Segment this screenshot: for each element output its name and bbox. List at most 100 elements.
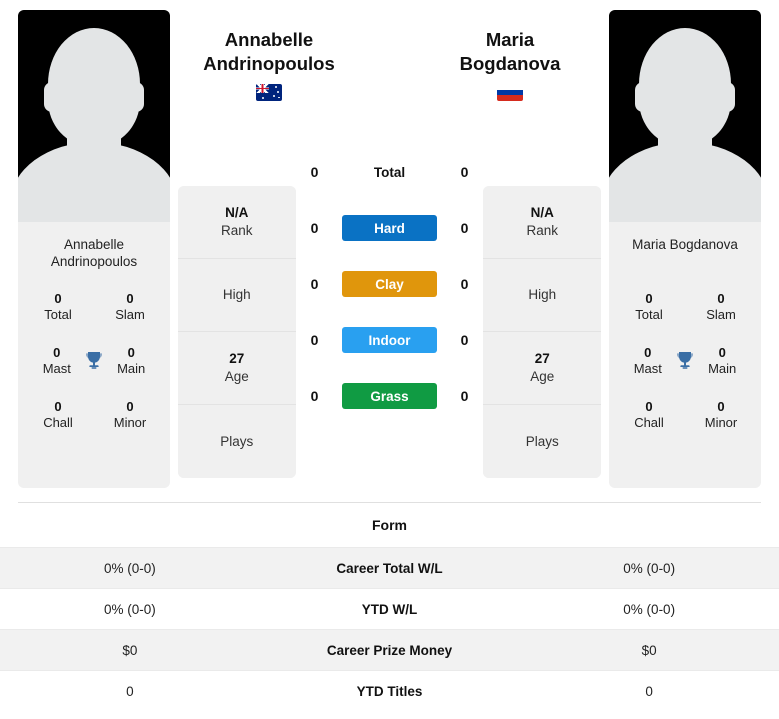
- info-high-right-label: High: [528, 287, 557, 302]
- info-plays-right-label: Plays: [525, 433, 559, 449]
- info-rank-right-label: Rank: [526, 223, 558, 238]
- stat-minor-right-label: Minor: [704, 415, 738, 430]
- surface-row-hard: 0 Hard 0: [304, 200, 476, 256]
- player-card-name-right-line1: Maria Bogdanova: [632, 237, 738, 252]
- titles-row-total-slam-right: 0 Total 0 Slam: [613, 280, 757, 334]
- stat-chall-right: 0 Chall: [623, 399, 675, 431]
- player-card-left[interactable]: Annabelle Andrinopoulos 0 Total 0 Slam 0…: [18, 10, 170, 488]
- stat-chall-left-value: 0: [54, 399, 62, 414]
- form-ytd-wl-left: 0% (0-0): [103, 601, 156, 617]
- stat-slam-left-value: 0: [126, 291, 134, 306]
- surface-list: 0 Total 0 0 Hard 0 0 Clay 0 0 Indoor 0 0…: [304, 144, 476, 424]
- stat-slam-left-label: Slam: [115, 307, 145, 322]
- stat-total-left-label: Total: [44, 307, 72, 322]
- titles-row-mast-main-left: 0 Mast 0 Main: [22, 334, 166, 388]
- form-prize-money-right: $0: [641, 642, 657, 658]
- surface-label-indoor: Indoor: [342, 327, 437, 353]
- info-plays-left: Plays: [177, 405, 296, 478]
- stat-main-left: 0 Main: [106, 345, 156, 377]
- titles-row-mast-main-right: 0 Mast 0 Main: [613, 334, 757, 388]
- stat-mast-right-label: Mast: [633, 361, 662, 376]
- form-table: Form 0% (0-0) Career Total W/L 0% (0-0) …: [0, 503, 779, 711]
- info-high-left-label: High: [222, 287, 251, 302]
- stat-mast-left-value: 0: [53, 345, 61, 360]
- info-high-right: High: [483, 259, 602, 332]
- surface-label-total: Total: [373, 164, 406, 180]
- stat-main-right-label: Main: [708, 361, 737, 376]
- info-age-right: 27 Age: [483, 332, 602, 405]
- form-ytd-wl-label: YTD W/L: [361, 601, 418, 617]
- info-rank-left-label: Rank: [220, 223, 253, 238]
- titles-row-total-slam-left: 0 Total 0 Slam: [22, 280, 166, 334]
- surface-grass-right-count: 0: [460, 388, 469, 404]
- player-comparison-page: Annabelle Andrinopoulos Maria Bogdanova: [0, 0, 779, 719]
- surface-indoor-right-count: 0: [460, 332, 469, 348]
- surface-label-hard: Hard: [342, 215, 437, 241]
- player-card-right[interactable]: Maria Bogdanova 0 Total 0 Slam 0 Mast 0 …: [609, 10, 761, 488]
- surface-clay-right-count: 0: [460, 276, 469, 292]
- surface-label-clay: Clay: [342, 271, 437, 297]
- stat-main-right-value: 0: [718, 345, 726, 360]
- titles-row-chall-minor-left: 0 Chall 0 Minor: [22, 388, 166, 442]
- stat-slam-left: 0 Slam: [104, 291, 156, 323]
- player-card-name-right: Maria Bogdanova: [609, 222, 761, 274]
- form-ytd-titles-left: 0: [126, 683, 134, 699]
- stat-main-left-label: Main: [117, 361, 146, 376]
- surface-row-total: 0 Total 0: [304, 144, 476, 200]
- stat-minor-left-label: Minor: [113, 415, 147, 430]
- form-ytd-titles-right: 0: [645, 683, 653, 699]
- stat-mast-left: 0 Mast: [32, 345, 82, 377]
- info-age-right-value: 27: [534, 351, 550, 366]
- info-plays-right: Plays: [483, 405, 602, 478]
- stat-mast-right: 0 Mast: [623, 345, 673, 377]
- surface-total-left-count: 0: [310, 164, 319, 180]
- form-prize-money-label: Career Prize Money: [326, 642, 453, 658]
- info-plays-left-label: Plays: [220, 433, 254, 449]
- info-rank-right-value: N/A: [530, 205, 554, 220]
- table-row: $0 Career Prize Money $0: [0, 629, 779, 670]
- stat-slam-right-value: 0: [717, 291, 725, 306]
- surface-label-grass: Grass: [342, 383, 437, 409]
- stat-minor-right: 0 Minor: [695, 399, 747, 431]
- stat-total-right-label: Total: [635, 307, 663, 322]
- surface-total-right-count: 0: [460, 164, 469, 180]
- form-career-wl-label: Career Total W/L: [336, 560, 443, 576]
- player-photo-left: [18, 10, 170, 222]
- info-age-right-label: Age: [530, 369, 555, 384]
- titles-row-chall-minor-right: 0 Chall 0 Minor: [613, 388, 757, 442]
- stat-chall-left-label: Chall: [43, 415, 73, 430]
- titles-grid-left: 0 Total 0 Slam 0 Mast 0 Main 0 Chall 0 M…: [18, 274, 170, 488]
- stat-main-right: 0 Main: [697, 345, 747, 377]
- stat-minor-right-value: 0: [717, 399, 725, 414]
- surface-clay-left-count: 0: [310, 276, 319, 292]
- stat-chall-right-label: Chall: [634, 415, 664, 430]
- stat-chall-left: 0 Chall: [32, 399, 84, 431]
- form-career-wl-right: 0% (0-0): [623, 560, 676, 576]
- info-age-left-label: Age: [224, 369, 249, 384]
- stat-mast-left-label: Mast: [42, 361, 71, 376]
- form-ytd-titles-label: YTD Titles: [356, 683, 423, 699]
- surface-row-grass: 0 Grass 0: [304, 368, 476, 424]
- surface-grass-left-count: 0: [310, 388, 319, 404]
- trophy-icon: [673, 348, 698, 374]
- form-header: Form: [372, 517, 407, 533]
- info-rank-left: N/A Rank: [177, 186, 296, 259]
- surface-row-clay: 0 Clay 0: [304, 256, 476, 312]
- info-age-left: 27 Age: [177, 332, 296, 405]
- player-photo-right: [609, 10, 761, 222]
- surface-comparison-column: 0 Total 0 0 Hard 0 0 Clay 0 0 Indoor 0 0…: [304, 10, 476, 424]
- trophy-icon: [82, 348, 107, 374]
- stat-minor-left: 0 Minor: [104, 399, 156, 431]
- info-card-right: N/A Rank High 27 Age Plays: [483, 186, 602, 478]
- player-card-name-left-line1: Annabelle: [63, 237, 125, 252]
- form-prize-money-left: $0: [122, 642, 138, 658]
- info-rank-left-value: N/A: [225, 205, 249, 220]
- stat-mast-right-value: 0: [644, 345, 652, 360]
- surface-row-indoor: 0 Indoor 0: [304, 312, 476, 368]
- surface-hard-right-count: 0: [460, 220, 469, 236]
- stat-slam-right-label: Slam: [706, 307, 736, 322]
- stat-main-left-value: 0: [127, 345, 135, 360]
- surface-hard-left-count: 0: [310, 220, 319, 236]
- info-age-left-value: 27: [229, 351, 245, 366]
- info-rank-right: N/A Rank: [483, 186, 602, 259]
